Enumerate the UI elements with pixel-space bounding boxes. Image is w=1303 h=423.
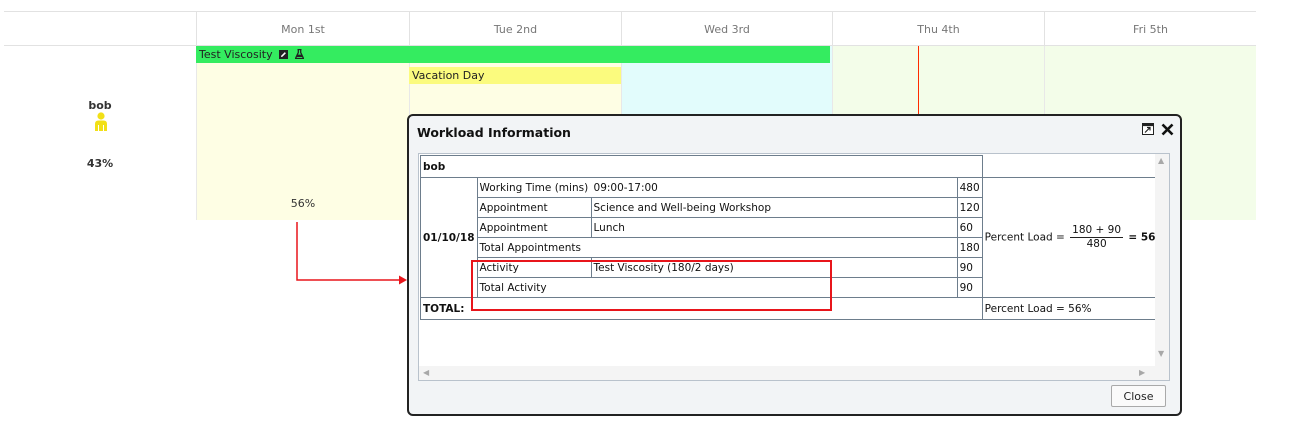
day-header-fri[interactable]: Fri 5th [1044, 12, 1256, 47]
percent-load-cell: Percent Load = 180 + 90 480 = 56% [981, 177, 1169, 298]
total-percent-cell: Percent Load = 56% [981, 297, 1169, 320]
restore-window-icon[interactable] [1141, 123, 1154, 135]
row-value: 60 [956, 217, 983, 238]
row-value: 120 [956, 197, 983, 218]
close-button[interactable]: Close [1111, 385, 1166, 407]
total-activity-value: 90 [956, 277, 983, 298]
row-type: Activity [476, 257, 592, 278]
dialog-content-scrollpane[interactable]: bob 01/10/18 Working Time (mins) 09:00-1… [418, 153, 1170, 381]
vertical-scrollbar[interactable]: ▲ ▼ [1155, 154, 1169, 366]
working-time-cell: Working Time (mins) 09:00-17:00 [476, 177, 958, 198]
row-detail: Science and Well-being Workshop [590, 197, 958, 218]
total-activity-label: Total Activity [476, 277, 958, 298]
dialog-toolbar [1141, 122, 1175, 140]
resource-name-cell: bob [420, 155, 983, 178]
working-time-value: 480 [956, 177, 983, 198]
total-label-cell: TOTAL: [420, 297, 983, 320]
row-value: 90 [956, 257, 983, 278]
row-detail: Lunch [590, 217, 958, 238]
close-x-icon[interactable] [1161, 123, 1174, 136]
event-vacation-day[interactable]: Vacation Day [409, 67, 621, 84]
day-header-thu[interactable]: Thu 4th [832, 12, 1044, 47]
total-appointments-label: Total Appointments [476, 237, 958, 258]
callout-arrow [296, 222, 407, 285]
workload-dialog: Workload Information bob 01/10/18 Workin… [407, 114, 1182, 416]
day-header-tue[interactable]: Tue 2nd [409, 12, 621, 47]
workload-table: bob 01/10/18 Working Time (mins) 09:00-1… [420, 155, 1169, 320]
scroll-right-icon[interactable]: ▶ [1139, 369, 1145, 377]
date-cell: 01/10/18 [420, 177, 478, 298]
percent-load-fraction: 180 + 90 480 [1070, 224, 1124, 250]
total-appointments-value: 180 [956, 237, 983, 258]
row-type: Appointment [476, 197, 592, 218]
row-detail: Test Viscosity (180/2 days) [590, 257, 958, 278]
day-header-wed[interactable]: Wed 3rd [621, 12, 832, 47]
scroll-down-icon[interactable]: ▼ [1158, 350, 1164, 358]
horizontal-scrollbar[interactable]: ◀ ▶ [419, 366, 1169, 380]
scroll-up-icon[interactable]: ▲ [1158, 157, 1164, 165]
row-type: Appointment [476, 217, 592, 238]
dialog-title: Workload Information [417, 125, 571, 140]
scroll-left-icon[interactable]: ◀ [423, 369, 429, 377]
